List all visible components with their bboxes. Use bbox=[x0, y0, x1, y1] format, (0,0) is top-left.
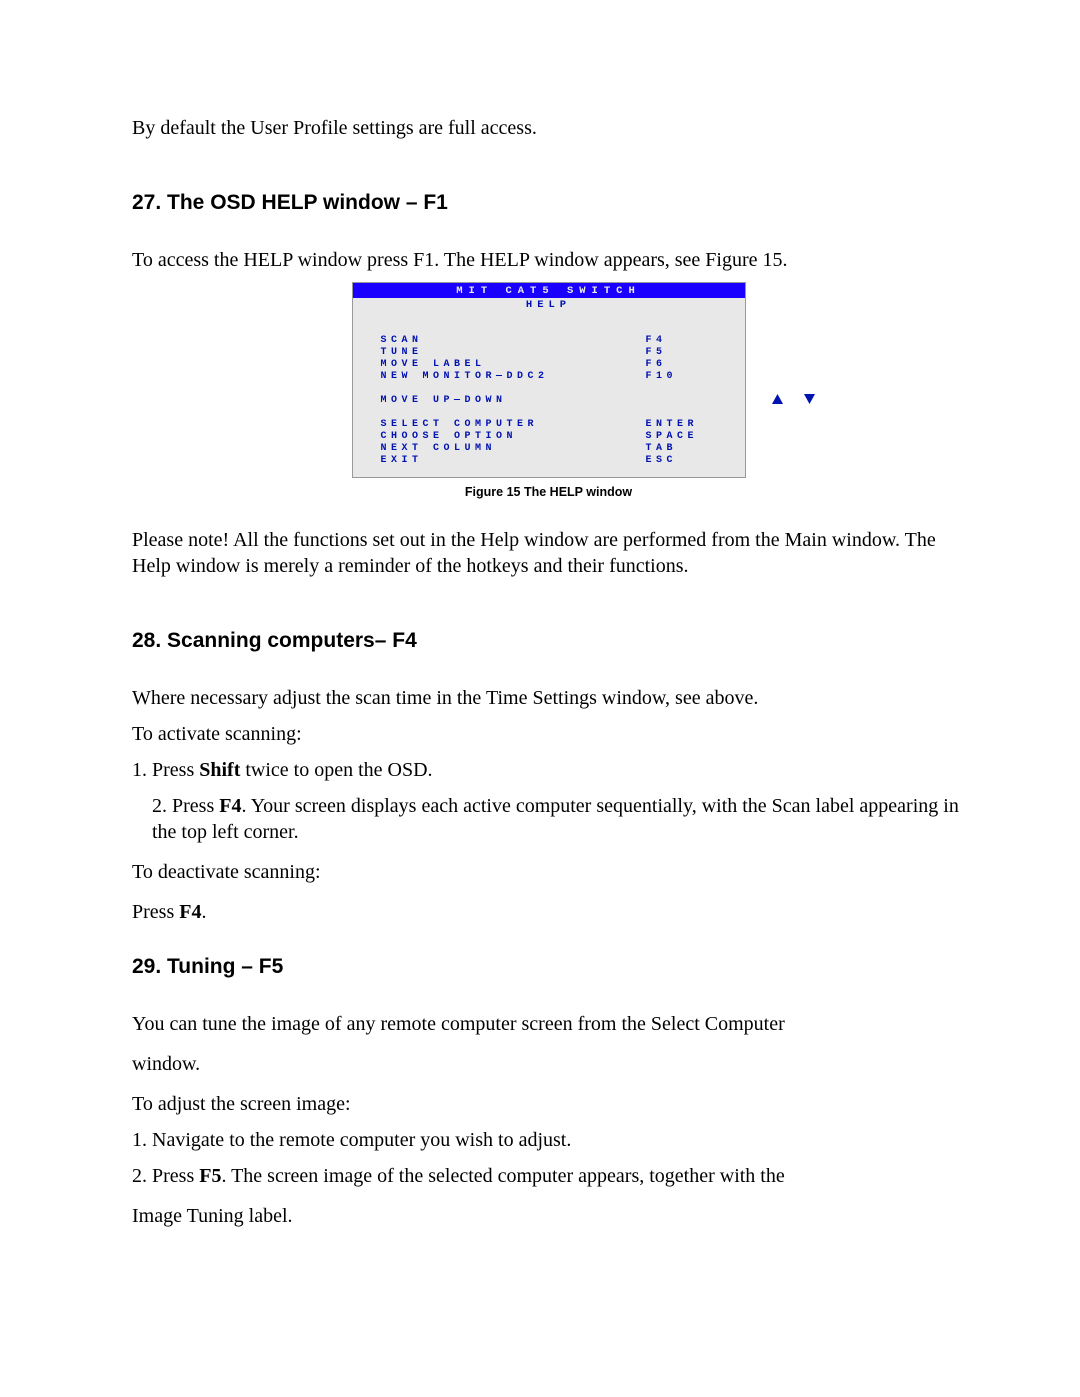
section-28-p5: Press F4. bbox=[132, 899, 965, 925]
section-28-p1: Where necessary adjust the scan time in … bbox=[132, 685, 965, 711]
f4-key-label: F4 bbox=[179, 901, 201, 923]
arrow-up-down-icon bbox=[646, 383, 815, 418]
help-row-label: EXIT bbox=[381, 455, 646, 466]
section-29-p4: Image Tuning label. bbox=[132, 1203, 965, 1229]
section-29-p1: You can tune the image of any remote com… bbox=[132, 1011, 965, 1037]
help-window: MIT CAT5 SWITCH HELP SCAN F4 TUNE F5 MOV… bbox=[353, 283, 745, 477]
help-row: MOVE UP—DOWN bbox=[381, 383, 717, 418]
help-row-key: ENTER bbox=[646, 419, 699, 430]
f4-key-label: F4 bbox=[219, 795, 241, 817]
period: . bbox=[201, 901, 206, 923]
section-28-p2: To activate scanning: bbox=[132, 721, 965, 747]
help-row: TUNE F5 bbox=[381, 347, 717, 358]
help-row-label: CHOOSE OPTION bbox=[381, 431, 646, 442]
li-text: twice to open the OSD. bbox=[240, 759, 432, 781]
intro-paragraph: By default the User Profile settings are… bbox=[132, 115, 965, 141]
help-window-title: MIT CAT5 SWITCH bbox=[353, 283, 745, 298]
help-row: NEXT COLUMN TAB bbox=[381, 443, 717, 454]
section-27-p1: To access the HELP window press F1. The … bbox=[132, 247, 965, 273]
section-28-heading: 28. Scanning computers– F4 bbox=[132, 629, 965, 653]
section-29-li2: 2. Press F5. The screen image of the sel… bbox=[132, 1163, 965, 1189]
section-27-heading: 27. The OSD HELP window – F1 bbox=[132, 191, 965, 215]
section-29-heading: 29. Tuning – F5 bbox=[132, 955, 965, 979]
figure-15: MIT CAT5 SWITCH HELP SCAN F4 TUNE F5 MOV… bbox=[132, 283, 965, 499]
help-row-key: F4 bbox=[646, 335, 667, 346]
help-row-label: SCAN bbox=[381, 335, 646, 346]
section-27-p2: Please note! All the functions set out i… bbox=[132, 527, 965, 579]
help-row-label: NEW MONITOR—DDC2 bbox=[381, 371, 646, 382]
help-row-label: SELECT COMPUTER bbox=[381, 419, 646, 430]
help-row: SCAN F4 bbox=[381, 335, 717, 346]
help-row: MOVE LABEL F6 bbox=[381, 359, 717, 370]
help-row: NEW MONITOR—DDC2 F10 bbox=[381, 371, 717, 382]
press-label: Press bbox=[132, 901, 179, 923]
section-29-p2: window. bbox=[132, 1051, 965, 1077]
section-29-li1: 1. Navigate to the remote computer you w… bbox=[132, 1127, 965, 1153]
section-29-p3: To adjust the screen image: bbox=[132, 1091, 965, 1117]
li-text: 2. Press bbox=[152, 795, 219, 817]
f5-key-label: F5 bbox=[199, 1165, 221, 1187]
document-page: By default the User Profile settings are… bbox=[0, 0, 1080, 1397]
li-text: 2. Press bbox=[132, 1165, 199, 1187]
li-text: 1. Press bbox=[132, 759, 199, 781]
help-row-key: F5 bbox=[646, 347, 667, 358]
figure-15-caption: Figure 15 The HELP window bbox=[465, 485, 632, 499]
help-row-label: MOVE LABEL bbox=[381, 359, 646, 370]
li-text: . Your screen displays each active compu… bbox=[152, 795, 959, 843]
section-28-p4: To deactivate scanning: bbox=[132, 859, 965, 885]
help-row-label: NEXT COLUMN bbox=[381, 443, 646, 454]
help-row-key: TAB bbox=[646, 443, 678, 454]
help-window-subtitle: HELP bbox=[353, 298, 745, 313]
help-row-label: MOVE UP—DOWN bbox=[381, 395, 646, 406]
li-text: . The screen image of the selected compu… bbox=[221, 1165, 784, 1187]
help-row-key: F6 bbox=[646, 359, 667, 370]
section-28-li1: 1. Press Shift twice to open the OSD. bbox=[132, 757, 965, 783]
shift-key-label: Shift bbox=[199, 759, 240, 781]
help-window-body: SCAN F4 TUNE F5 MOVE LABEL F6 NEW MONITO… bbox=[353, 313, 745, 477]
help-row: SELECT COMPUTER ENTER bbox=[381, 419, 717, 430]
section-28-li2: 2. Press F4. Your screen displays each a… bbox=[132, 793, 965, 845]
help-row-key: F10 bbox=[646, 371, 678, 382]
help-row-key: SPACE bbox=[646, 431, 699, 442]
help-row: EXIT ESC bbox=[381, 455, 717, 466]
help-row: CHOOSE OPTION SPACE bbox=[381, 431, 717, 442]
help-row-label: TUNE bbox=[381, 347, 646, 358]
help-row-key: ESC bbox=[646, 455, 678, 466]
